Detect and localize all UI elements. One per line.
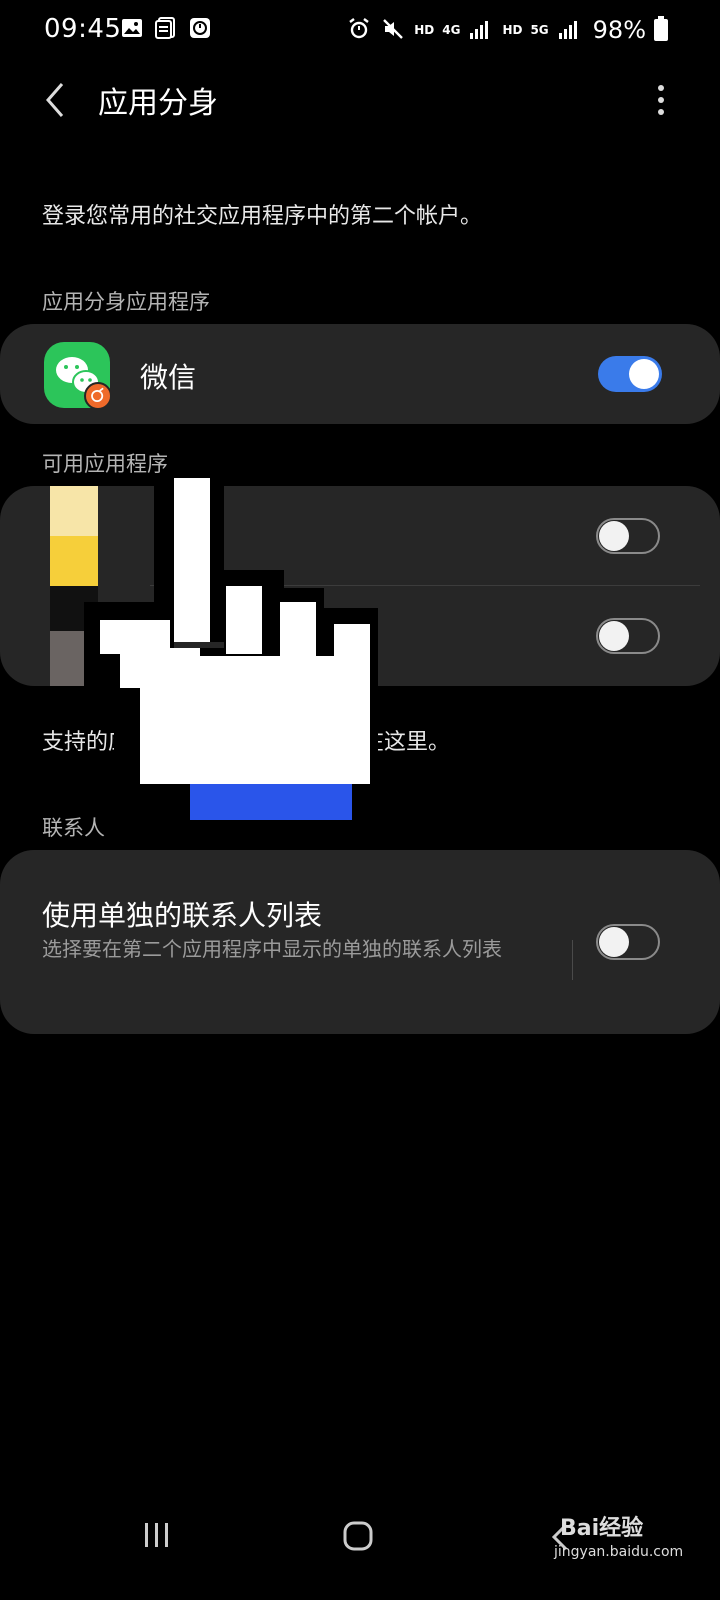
contacts-setting-title: 使用单独的联系人列表 bbox=[42, 899, 323, 932]
toggle-available-1[interactable] bbox=[596, 518, 660, 554]
cloned-apps-card: 微信 bbox=[0, 324, 720, 424]
document-icon bbox=[154, 16, 178, 44]
app-bar: 应用分身 bbox=[0, 60, 720, 140]
network-label-5g: 5G bbox=[530, 23, 549, 37]
image-icon bbox=[120, 16, 144, 44]
home-icon[interactable] bbox=[342, 1520, 374, 1552]
hand-pointer-icon bbox=[84, 478, 378, 820]
more-vertical-icon[interactable] bbox=[646, 80, 676, 120]
battery-percent: 98% bbox=[592, 16, 646, 44]
clone-badge-icon bbox=[84, 382, 112, 410]
network-label-hd-2: HD bbox=[502, 23, 523, 37]
network-label-hd: HD bbox=[414, 23, 435, 37]
alarm-icon bbox=[346, 17, 372, 44]
toggle-knob bbox=[599, 521, 629, 551]
page-description: 登录您常用的社交应用程序中的第二个帐户。 bbox=[42, 204, 483, 229]
status-icons-right: HD 4G HD 5G 98% bbox=[346, 16, 668, 44]
signal-icon bbox=[468, 17, 494, 44]
network-label-4g: 4G bbox=[442, 23, 461, 37]
page-title: 应用分身 bbox=[98, 86, 218, 121]
chevron-left-icon[interactable] bbox=[36, 78, 80, 122]
watermark: Bai经验 bbox=[560, 1516, 644, 1541]
divider bbox=[572, 940, 573, 980]
clock-app-icon bbox=[188, 16, 212, 44]
app-label-wechat: 微信 bbox=[140, 361, 197, 394]
status-icons-left bbox=[120, 16, 212, 44]
toggle-available-2[interactable] bbox=[596, 618, 660, 654]
toggle-knob bbox=[599, 927, 629, 957]
toggle-wechat[interactable] bbox=[598, 356, 662, 392]
section-header-available: 可用应用程序 bbox=[42, 452, 168, 476]
watermark-url: jingyan.baidu.com bbox=[554, 1544, 684, 1560]
toggle-knob bbox=[629, 359, 659, 389]
toggle-separate-contacts[interactable] bbox=[596, 924, 660, 960]
toggle-knob bbox=[599, 621, 629, 651]
section-header-cloned: 应用分身应用程序 bbox=[42, 290, 210, 314]
list-item-wechat[interactable]: 微信 bbox=[0, 324, 720, 424]
recents-icon[interactable] bbox=[142, 1520, 172, 1550]
contacts-setting-description: 选择要在第二个应用程序中显示的单独的联系人列表 bbox=[42, 937, 502, 961]
nav-bar: Bai经验 jingyan.baidu.com bbox=[0, 1504, 720, 1600]
mute-icon bbox=[380, 17, 406, 44]
battery-icon bbox=[654, 16, 668, 41]
signal-icon bbox=[557, 17, 583, 44]
status-bar: 09:45 HD 4G HD 5G 98% bbox=[0, 0, 720, 60]
status-time: 09:45 bbox=[44, 14, 122, 44]
